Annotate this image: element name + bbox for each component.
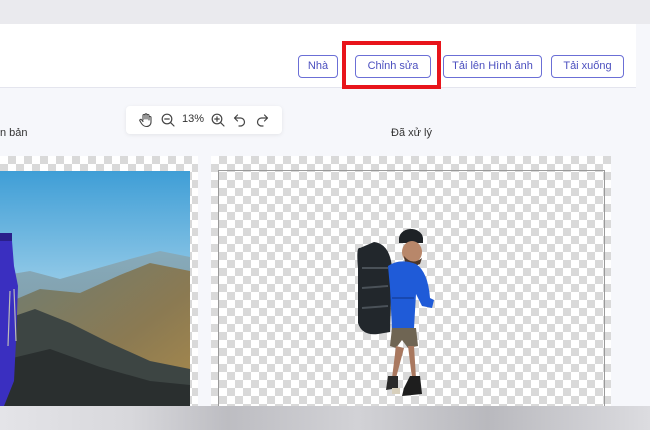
hiker-cutout <box>352 228 438 406</box>
zoom-level: 13% <box>182 113 205 125</box>
bottom-strip <box>0 406 650 430</box>
redo-icon[interactable] <box>254 112 270 128</box>
undo-icon[interactable] <box>232 112 248 128</box>
original-photo <box>0 171 190 406</box>
processed-label: Đã xử lý <box>391 127 432 139</box>
hand-icon[interactable] <box>138 112 154 128</box>
top-band <box>0 0 650 24</box>
original-label: n bản <box>0 127 28 139</box>
zoom-out-icon[interactable] <box>160 112 176 128</box>
nav-upload-button[interactable]: Tải lên Hình ảnh <box>443 55 542 78</box>
zoom-in-icon[interactable] <box>210 112 226 128</box>
nav-home-button[interactable]: Nhà <box>298 55 338 78</box>
header-bar: Nhà Chỉnh sửa Tải lên Hình ảnh Tải xuống <box>0 24 636 88</box>
edit-button-highlight <box>342 41 441 89</box>
nav-download-button[interactable]: Tải xuống <box>551 55 624 78</box>
zoom-toolbar: 13% <box>126 106 282 134</box>
